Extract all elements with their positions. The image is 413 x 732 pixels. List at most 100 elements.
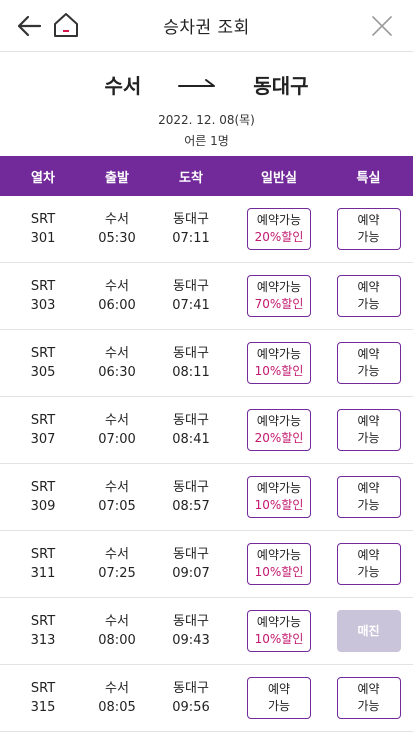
departure-time: 08:05 [98, 700, 136, 715]
departure-station: 수서 [105, 681, 129, 696]
general-cell: 예약 가능 [234, 677, 324, 719]
arrival-time: 08:41 [172, 432, 210, 447]
train-type: SRT [30, 346, 56, 361]
general-reserve-button[interactable]: 예약가능 10%할인 [247, 342, 311, 384]
departure-station: 수서 [105, 279, 129, 294]
special-soldout-button: 매진 [336, 610, 401, 652]
special-status-line1: 예약 [357, 280, 380, 294]
departure-station: 수서 [104, 74, 142, 98]
special-cell: 예약 가능 [324, 409, 413, 451]
table-header: 열차 출발 도착 일반실 특실 [0, 156, 413, 196]
special-reserve-button[interactable]: 예약 가능 [336, 342, 401, 384]
special-status-line2: 가능 [357, 230, 380, 244]
arrival-time: 08:11 [172, 365, 210, 380]
table-row: SRT 315 수서 08:05 동대구 09:56 예약 가능 예약 가능 [0, 665, 413, 732]
arrival-station: 동대구 [173, 681, 209, 696]
special-reserve-button[interactable]: 예약 가능 [336, 208, 401, 250]
general-cell: 예약가능 20%할인 [234, 409, 324, 451]
departure-time: 08:00 [98, 633, 136, 648]
special-status-line1: 예약 [357, 481, 380, 495]
special-reserve-button[interactable]: 예약 가능 [336, 543, 401, 585]
train-type: SRT [30, 413, 56, 428]
general-reserve-button[interactable]: 예약 가능 [247, 677, 311, 719]
departure-time: 05:30 [98, 231, 136, 246]
general-reserve-button[interactable]: 예약가능 70%할인 [247, 275, 311, 317]
special-status-line2: 가능 [357, 699, 380, 713]
general-cell: 예약가능 10%할인 [234, 543, 324, 585]
arrival-station: 동대구 [173, 279, 209, 294]
close-icon[interactable] [371, 15, 393, 37]
train-number: 315 [30, 700, 56, 715]
header-special: 특실 [356, 170, 381, 186]
train-number: 303 [30, 298, 56, 313]
soldout-label: 매진 [357, 623, 380, 638]
table-row: SRT 311 수서 07:25 동대구 09:07 예약가능 10%할인 예약… [0, 531, 413, 598]
departure-station: 수서 [105, 614, 129, 629]
departure-cell: 수서 05:30 [86, 210, 148, 248]
train-number: 305 [30, 365, 56, 380]
table-row: SRT 309 수서 07:05 동대구 08:57 예약가능 10%할인 예약… [0, 464, 413, 531]
arrival-cell: 동대구 08:11 [148, 344, 234, 382]
departure-station: 수서 [105, 547, 129, 562]
general-reserve-button[interactable]: 예약가능 10%할인 [247, 476, 311, 518]
travel-date: 2022. 12. 08(목) [158, 113, 255, 127]
departure-time: 06:30 [98, 365, 136, 380]
special-status-line1: 예약 [357, 548, 380, 562]
arrival-station: 동대구 [173, 614, 209, 629]
general-status-line1: 예약가능 [256, 548, 302, 562]
special-cell: 예약 가능 [324, 208, 413, 250]
arrival-cell: 동대구 09:56 [148, 679, 234, 717]
departure-cell: 수서 06:00 [86, 277, 148, 315]
arrival-station: 동대구 [173, 346, 209, 361]
special-status-line1: 예약 [357, 347, 380, 361]
departure-station: 수서 [105, 346, 129, 361]
arrival-station: 동대구 [173, 413, 209, 428]
arrival-time: 09:56 [172, 700, 210, 715]
arrival-time: 07:41 [172, 298, 210, 313]
special-status-line2: 가능 [357, 364, 380, 378]
departure-time: 07:25 [98, 566, 136, 581]
special-reserve-button[interactable]: 예약 가능 [336, 677, 401, 719]
departure-cell: 수서 07:05 [86, 478, 148, 516]
departure-cell: 수서 06:30 [86, 344, 148, 382]
special-reserve-button[interactable]: 예약 가능 [336, 409, 401, 451]
general-reserve-button[interactable]: 예약가능 20%할인 [247, 409, 311, 451]
page-title: 승차권 조회 [163, 18, 250, 38]
general-status-line1: 예약가능 [256, 615, 302, 629]
train-cell: SRT 301 [0, 210, 86, 248]
header-arrival: 도착 [179, 170, 203, 186]
general-status-line2: 70%할인 [254, 297, 304, 311]
general-reserve-button[interactable]: 예약가능 20%할인 [247, 208, 311, 250]
general-cell: 예약가능 10%할인 [234, 342, 324, 384]
special-reserve-button[interactable]: 예약 가능 [336, 275, 401, 317]
arrival-cell: 동대구 07:11 [148, 210, 234, 248]
special-cell: 예약 가능 [324, 476, 413, 518]
general-status-line1: 예약가능 [256, 347, 302, 361]
train-type: SRT [30, 547, 56, 562]
train-cell: SRT 303 [0, 277, 86, 315]
general-reserve-button[interactable]: 예약가능 10%할인 [247, 543, 311, 585]
special-reserve-button[interactable]: 예약 가능 [336, 476, 401, 518]
departure-station: 수서 [105, 212, 129, 227]
general-reserve-button[interactable]: 예약가능 10%할인 [247, 610, 311, 652]
departure-station: 수서 [105, 480, 129, 495]
arrival-cell: 동대구 09:07 [148, 545, 234, 583]
route-arrow-icon [178, 78, 216, 87]
arrival-time: 09:43 [172, 633, 210, 648]
train-number: 311 [30, 566, 56, 581]
arrival-station: 동대구 [173, 480, 209, 495]
header-general: 일반실 [261, 170, 297, 186]
back-arrow-icon[interactable] [16, 13, 42, 39]
departure-cell: 수서 07:00 [86, 411, 148, 449]
table-row: SRT 307 수서 07:00 동대구 08:41 예약가능 20%할인 예약… [0, 397, 413, 464]
departure-cell: 수서 07:25 [86, 545, 148, 583]
table-row: SRT 301 수서 05:30 동대구 07:11 예약가능 20%할인 예약… [0, 196, 413, 263]
train-number: 301 [30, 231, 56, 246]
special-cell: 예약 가능 [324, 677, 413, 719]
general-status-line2: 10%할인 [254, 498, 304, 512]
arrival-cell: 동대구 08:41 [148, 411, 234, 449]
route-stations: 수서 동대구 [0, 70, 413, 99]
home-icon[interactable] [52, 12, 80, 38]
special-cell: 예약 가능 [324, 543, 413, 585]
special-cell: 매진 [324, 610, 413, 652]
